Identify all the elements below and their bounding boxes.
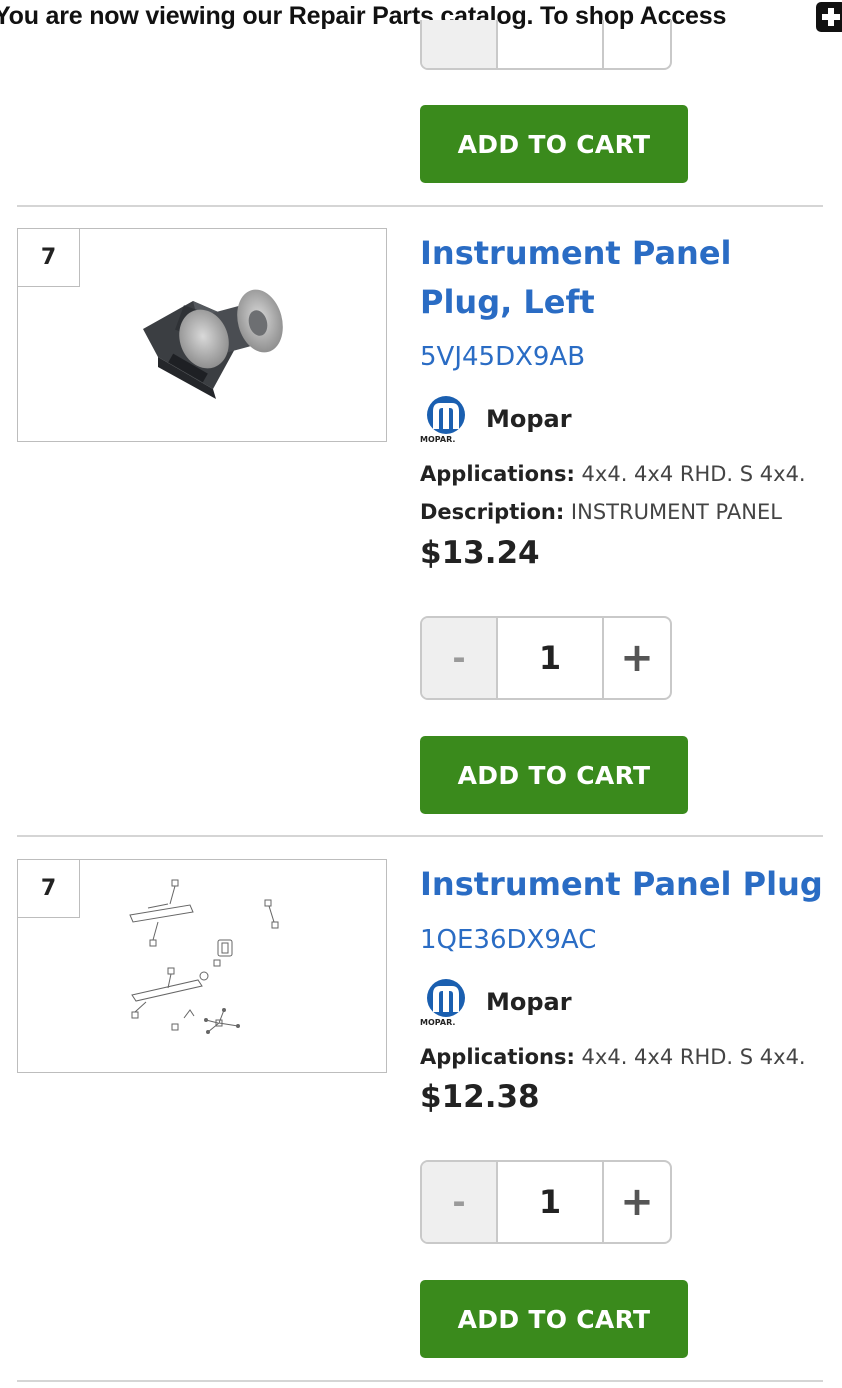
applications-line: Applications: 4x4. 4x4 RHD. S 4x4. [420,462,806,486]
add-to-cart-button[interactable]: ADD TO CART [420,105,688,183]
increment-button[interactable] [604,20,670,68]
brand-name: Mopar [486,988,572,1016]
increment-button[interactable]: + [604,1162,670,1242]
item-divider [17,1380,823,1382]
plus-square-icon[interactable] [816,2,842,32]
mopar-logo-icon: MOPAR. [420,395,474,444]
quantity-input[interactable]: 1 [498,1162,604,1242]
decrement-button[interactable]: - [422,1162,498,1242]
applications-label: Applications: [420,462,575,486]
plug-photo [143,289,283,399]
add-to-cart-button[interactable]: ADD TO CART [420,1280,688,1358]
product-title-link[interactable]: Instrument Panel Plug [420,860,830,909]
applications-line: Applications: 4x4. 4x4 RHD. S 4x4. [420,1045,806,1069]
mopar-wordmark: MOPAR. [420,1018,455,1026]
product-title-link[interactable]: Instrument Panel Plug, Left [420,229,830,327]
mopar-logo-icon: MOPAR. [420,978,474,1027]
quantity-stepper: - 1 + [420,1160,672,1244]
decrement-button[interactable] [422,20,498,68]
product-sku-link[interactable]: 1QE36DX9AC [420,925,596,955]
applications-value: 4x4. 4x4 RHD. S 4x4. [581,1045,806,1069]
item-divider [17,835,823,837]
brand: MOPAR. Mopar [420,978,572,1027]
description-label: Description: [420,500,565,524]
decrement-button[interactable]: - [422,618,498,698]
product-image[interactable]: 7 [17,859,387,1073]
mopar-wordmark: MOPAR. [420,435,455,443]
product-image[interactable]: 7 [17,228,387,442]
brand: MOPAR. Mopar [420,395,572,444]
brand-name: Mopar [486,405,572,433]
description-line: Description: INSTRUMENT PANEL [420,500,782,524]
product-price: $13.24 [420,535,540,571]
applications-label: Applications: [420,1045,575,1069]
parts-diagram [129,879,279,1034]
quantity-input[interactable]: 1 [498,618,604,698]
quantity-input[interactable] [498,20,604,68]
add-to-cart-button[interactable]: ADD TO CART [420,736,688,814]
product-price: $12.38 [420,1079,540,1115]
increment-button[interactable]: + [604,618,670,698]
description-value: INSTRUMENT PANEL [570,500,782,524]
item-divider [17,205,823,207]
product-sku-link[interactable]: 5VJ45DX9AB [420,342,585,372]
quantity-stepper: - 1 + [420,616,672,700]
applications-value: 4x4. 4x4 RHD. S 4x4. [581,462,806,486]
quantity-stepper-partial [420,20,672,70]
